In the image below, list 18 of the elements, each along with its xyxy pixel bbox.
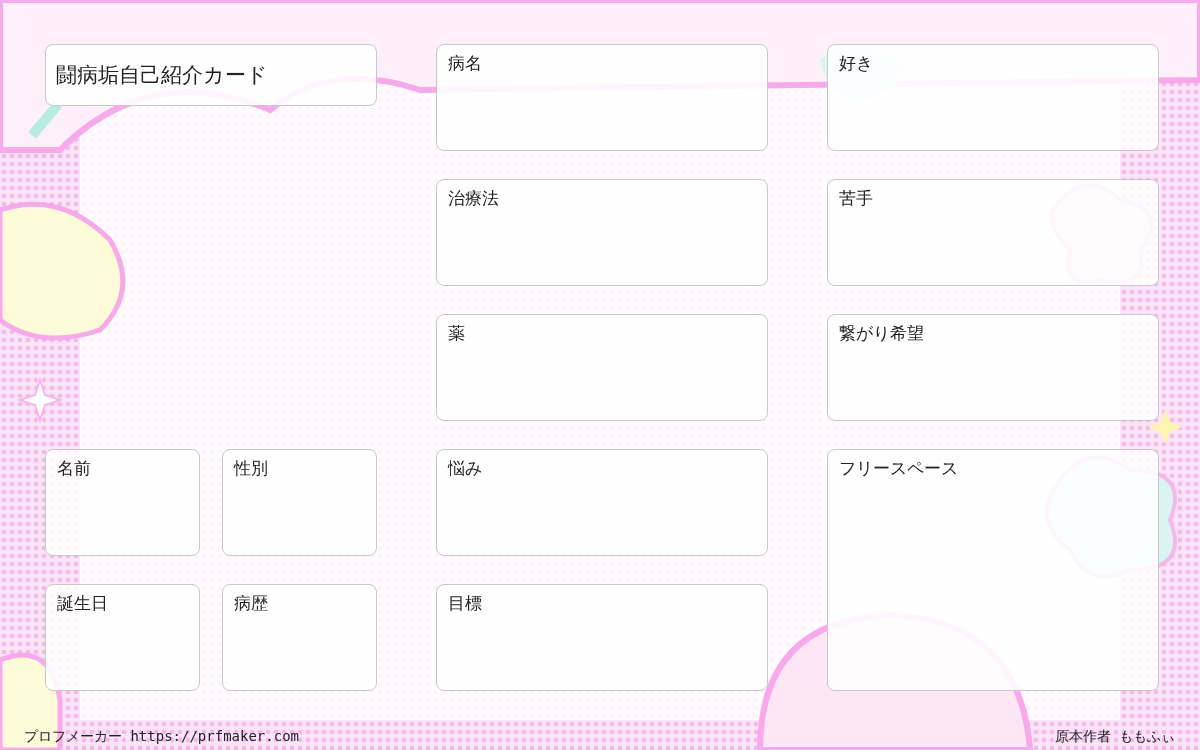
field-box[interactable]: 誕生日 (45, 584, 200, 691)
field-box[interactable]: 薬 (436, 314, 768, 421)
field-box[interactable]: 治療法 (436, 179, 768, 286)
field-box[interactable]: 名前 (45, 449, 200, 556)
site-credit: プロフメーカー https://prfmaker.com (24, 728, 299, 746)
field-box[interactable]: 病歴 (222, 584, 377, 691)
card-title: 闘病垢自己紹介カード (45, 44, 377, 106)
field-box[interactable]: 繋がり希望 (827, 314, 1159, 421)
field-box[interactable]: 病名 (436, 44, 768, 151)
field-box[interactable]: 目標 (436, 584, 768, 691)
author-credit: 原本作者 ももふぃ (1054, 728, 1175, 746)
field-box[interactable]: 性別 (222, 449, 377, 556)
field-box[interactable]: フリースペース (827, 449, 1159, 691)
field-box[interactable]: 好き (827, 44, 1159, 151)
field-box[interactable]: 苦手 (827, 179, 1159, 286)
field-box[interactable]: 悩み (436, 449, 768, 556)
sparkle-icon (1148, 410, 1182, 444)
sparkle-icon (16, 376, 64, 424)
